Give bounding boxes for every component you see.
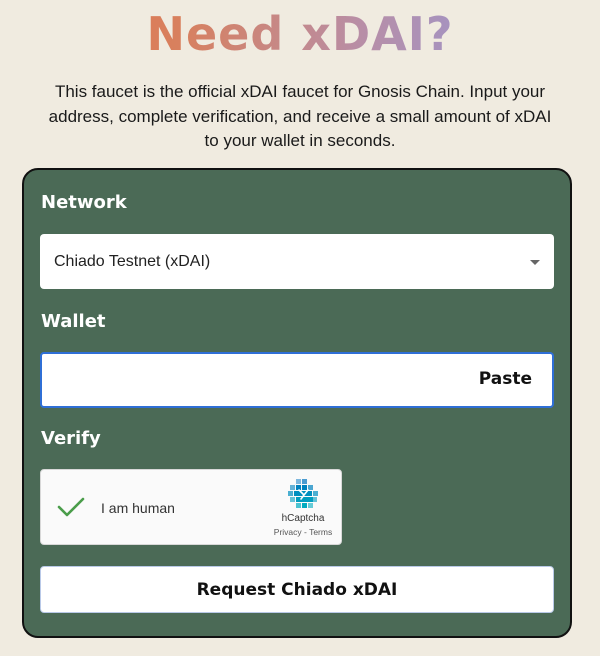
wallet-field[interactable]: Paste [40, 352, 554, 408]
hcaptcha-privacy-terms-link[interactable]: Privacy - Terms [261, 527, 345, 537]
network-select[interactable]: Chiado Testnet (xDAI) [40, 234, 554, 289]
page-description: This faucet is the official xDAI faucet … [48, 82, 552, 150]
wallet-input[interactable] [52, 362, 456, 400]
network-select-value: Chiado Testnet (xDAI) [54, 252, 211, 270]
hcaptcha-brand: hCaptcha [281, 513, 325, 524]
hcaptcha-logo-icon [288, 479, 318, 508]
checkmark-icon[interactable] [57, 496, 85, 518]
paste-button[interactable]: Paste [479, 369, 532, 389]
faucet-form-card: Network Chiado Testnet (xDAI) Wallet Pas… [22, 168, 572, 638]
captcha-checkbox-label: I am human [101, 500, 175, 516]
network-label: Network [41, 192, 127, 213]
chevron-down-icon [530, 260, 540, 265]
request-xdai-button[interactable]: Request Chiado xDAI [40, 566, 554, 613]
hcaptcha-widget: I am human hCaptcha Privacy - Terms [40, 469, 342, 545]
page-title: Need xDAI? [0, 6, 600, 62]
verify-label: Verify [41, 428, 101, 449]
wallet-label: Wallet [41, 311, 106, 332]
